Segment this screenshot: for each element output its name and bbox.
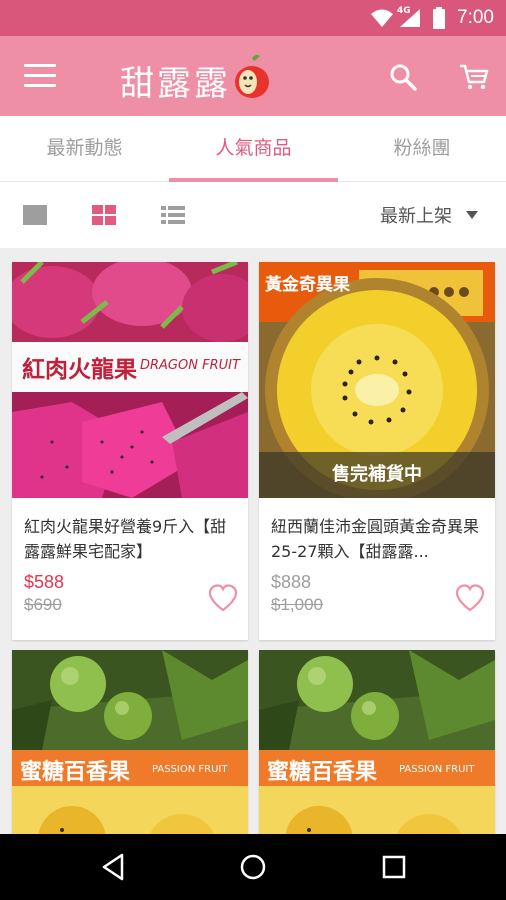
- product-banner: 紅肉火龍果: [22, 356, 137, 383]
- list-view-icon[interactable]: [160, 204, 186, 226]
- search-icon[interactable]: [388, 62, 418, 92]
- sort-label: 最新上架: [380, 206, 452, 227]
- product-card[interactable]: 黃金奇異果 售完補貨中 紐西蘭佳沛金圓頭黃金奇異果25-27顆入【甜露露... …: [259, 262, 495, 640]
- product-banner-en: PASSION FRUIT: [152, 764, 228, 775]
- app-bar: 甜露露: [0, 36, 506, 116]
- product-banner-en: DRAGON FRUIT: [140, 358, 240, 373]
- product-price: $588: [24, 572, 65, 592]
- tab-popular-products[interactable]: 人氣商品: [169, 116, 338, 182]
- product-image: 黃金奇異果 售完補貨中: [259, 262, 495, 498]
- apple-mascot-icon: [235, 54, 269, 98]
- product-price: $888: [271, 572, 312, 592]
- sold-out-label: 售完補貨中: [259, 452, 495, 498]
- product-original-price: $1,000: [271, 595, 323, 614]
- product-image: 蜜糖百香果 PASSION FRUIT: [259, 650, 495, 834]
- product-title[interactable]: 紐西蘭佳沛金圓頭黃金奇異果25-27顆入【甜露露...: [271, 514, 483, 564]
- product-card[interactable]: 紅肉火龍果 DRAGON FRUIT 紅肉火龍果好營養9斤入【甜露露鮮果宅配家】…: [12, 262, 248, 640]
- tab-latest-news[interactable]: 最新動態: [0, 116, 169, 182]
- battery-icon: [433, 7, 445, 29]
- product-grid: 紅肉火龍果 DRAGON FRUIT 紅肉火龍果好營養9斤入【甜露露鮮果宅配家】…: [0, 248, 506, 834]
- product-banner: 黃金奇異果: [265, 275, 350, 295]
- tab-fan-club[interactable]: 粉絲團: [338, 116, 506, 182]
- app-logo: 甜露露: [120, 50, 280, 104]
- brand-name: 甜露露: [120, 64, 231, 104]
- dropdown-arrow-icon: [466, 211, 478, 219]
- wifi-icon: [371, 9, 393, 27]
- product-banner-en: PASSION FRUIT: [399, 764, 475, 775]
- product-banner: 蜜糖百香果: [20, 759, 131, 785]
- tab-bar: 最新動態 人氣商品 粉絲團: [0, 116, 506, 182]
- single-view-icon[interactable]: [22, 204, 48, 226]
- menu-icon[interactable]: [24, 64, 56, 88]
- cart-icon[interactable]: [458, 62, 490, 92]
- product-banner: 蜜糖百香果: [267, 759, 378, 785]
- clock: 7:00: [457, 7, 494, 28]
- product-original-price: $690: [24, 595, 62, 614]
- sort-dropdown[interactable]: 最新上架: [380, 202, 478, 228]
- back-icon[interactable]: [100, 852, 128, 882]
- product-title[interactable]: 紅肉火龍果好營養9斤入【甜露露鮮果宅配家】: [24, 514, 236, 564]
- grid-view-icon[interactable]: [91, 204, 117, 226]
- network-type: 4G: [397, 6, 411, 16]
- recents-icon[interactable]: [380, 852, 408, 882]
- product-image: 紅肉火龍果 DRAGON FRUIT: [12, 262, 248, 498]
- product-card[interactable]: 蜜糖百香果 PASSION FRUIT: [259, 650, 495, 834]
- view-toolbar: 最新上架: [0, 182, 506, 248]
- status-bar: 4G 7:00: [0, 0, 506, 36]
- product-image: 蜜糖百香果 PASSION FRUIT: [12, 650, 248, 834]
- system-nav-bar: [0, 834, 506, 900]
- product-card[interactable]: 蜜糖百香果 PASSION FRUIT: [12, 650, 248, 834]
- home-icon[interactable]: [238, 852, 268, 882]
- favorite-heart-icon[interactable]: [455, 584, 485, 612]
- favorite-heart-icon[interactable]: [208, 584, 238, 612]
